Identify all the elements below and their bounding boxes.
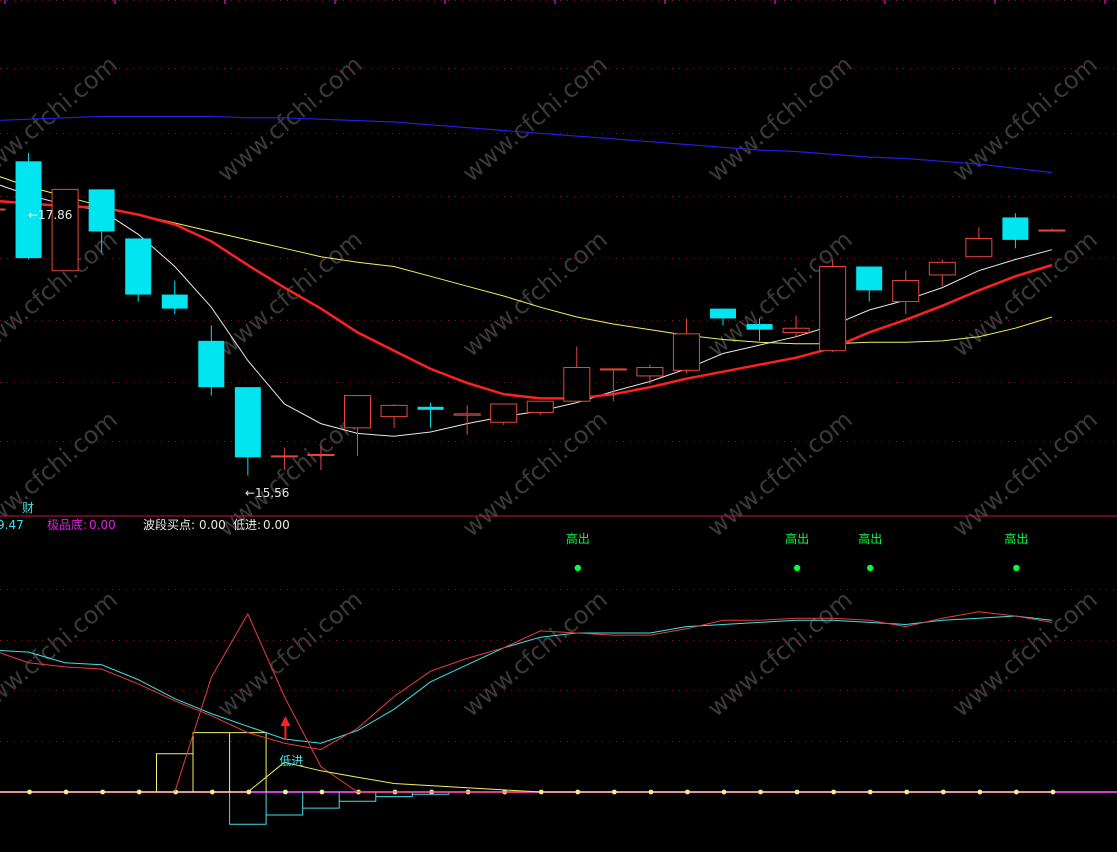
up-candle: [490, 403, 518, 426]
candle-body: [417, 406, 444, 410]
candle-body: [0, 208, 6, 211]
candle-body: [380, 404, 408, 418]
low-entry-label: 低进: [279, 754, 303, 768]
indicator-jipindi-label: 极品底:: [47, 517, 87, 532]
indicator-jipindi-value: 0.00: [89, 518, 116, 532]
candle-body: [892, 280, 920, 303]
watermark-text: www.cfchi.com: [0, 585, 123, 722]
indicator-dijin-label: 低进:: [233, 518, 261, 532]
indicator-value-fragment: 9.47: [0, 518, 24, 532]
candle-body: [965, 237, 993, 258]
baseline-dot: [319, 789, 325, 795]
indicator-dijin-value: 0.00: [263, 518, 290, 532]
watermark-text: www.cfchi.com: [702, 50, 858, 187]
candle-body: [51, 188, 79, 272]
candle-body: [490, 403, 518, 423]
watermark-text: www.cfchi.com: [457, 50, 613, 187]
up-candle: [1038, 228, 1066, 232]
candle-body: [636, 367, 664, 377]
signal-dot: [1013, 564, 1020, 572]
candle-body: [307, 453, 335, 456]
indicator-bodun-label: 波段买点:: [143, 517, 195, 532]
signal-dot: [793, 564, 801, 572]
up-candle: [892, 270, 920, 315]
oscillator-panel: 低进 高出 高出 高出 高出: [0, 531, 1117, 825]
up-candle: [526, 400, 554, 416]
up-candle: [344, 395, 371, 456]
indicator-bodun-value: 0.00: [199, 518, 226, 532]
candles: [0, 152, 1066, 476]
watermark-text: www.cfchi.com: [702, 405, 858, 542]
candle-body: [198, 340, 225, 388]
candle-body: [563, 367, 591, 402]
up-candle: [636, 364, 664, 385]
candle-body: [270, 455, 298, 458]
up-candle: [51, 188, 79, 272]
low-price-label: ←15.56: [245, 486, 289, 500]
candle-body: [453, 413, 481, 416]
buy-arrow-icon: [280, 716, 291, 726]
candle-body: [672, 333, 700, 371]
moving-averages: [0, 115, 1053, 437]
stock-chart: www.cfchi.com www.cfchi.com www.cfchi.com w…: [0, 0, 1117, 825]
watermark-text: www.cfchi.com: [702, 585, 858, 722]
signal-label: 高出: [1004, 531, 1028, 546]
candle-body: [928, 261, 956, 276]
signal-label: 高出: [566, 531, 590, 546]
candle-body: [88, 189, 115, 232]
up-candle: [453, 405, 481, 435]
up-candle: [965, 227, 993, 258]
candle-body: [819, 266, 847, 352]
down-candle: [856, 266, 883, 302]
candle-body: [1002, 217, 1029, 240]
up-candle: [672, 318, 700, 374]
signal-label: 高出: [858, 531, 882, 546]
watermark-text: www.cfchi.com: [212, 585, 368, 722]
osc-red-line: [0, 611, 1052, 751]
signal-dot: [574, 564, 581, 572]
down-candle: [417, 402, 444, 428]
candle-body: [856, 266, 883, 291]
up-candle: [928, 259, 956, 287]
up-candle: [819, 259, 847, 353]
up-candle: [380, 403, 408, 428]
candle-body: [599, 368, 627, 371]
up-candle: [0, 208, 6, 211]
watermark-text: www.cfchi.com: [457, 225, 613, 362]
candle-body: [710, 308, 736, 319]
candle-body: [344, 395, 371, 429]
down-candle: [234, 387, 261, 476]
candle-body: [125, 238, 152, 295]
down-candle: [161, 280, 188, 315]
candle-body: [1038, 229, 1066, 232]
indicator-title-fragment: 财: [22, 501, 34, 515]
down-candle: [15, 152, 42, 260]
up-candle: [563, 346, 591, 402]
watermark-layer: www.cfchi.com www.cfchi.com www.cfchi.com w…: [0, 50, 1103, 722]
candle-body: [161, 294, 188, 309]
signal-label: 高出: [785, 531, 809, 546]
watermark-text: www.cfchi.com: [947, 405, 1103, 542]
cyan-step-bars: [229, 792, 450, 825]
watermark-text: www.cfchi.com: [457, 405, 613, 542]
watermark-text: www.cfchi.com: [212, 50, 368, 187]
yellow-step-bars: [156, 732, 267, 792]
down-candle: [125, 238, 152, 302]
candle-body: [746, 324, 773, 330]
watermark-text: www.cfchi.com: [947, 585, 1103, 722]
candle-body: [526, 400, 554, 413]
high-price-label: ←17.86: [28, 208, 72, 222]
osc-yellow-line: [0, 761, 1052, 793]
signal-dot: [867, 564, 874, 572]
baseline-dot: [283, 789, 288, 795]
watermark-text: www.cfchi.com: [947, 50, 1103, 187]
candle-body: [782, 327, 810, 333]
down-candle: [1002, 213, 1029, 249]
candle-body: [234, 387, 261, 458]
watermark-text: www.cfchi.com: [457, 585, 613, 722]
